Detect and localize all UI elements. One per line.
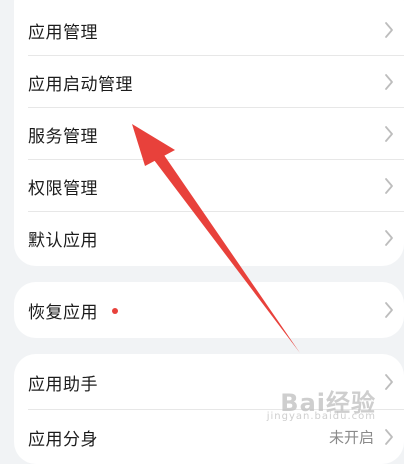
list-item-label: 应用分身 xyxy=(28,429,98,450)
chevron-right-icon xyxy=(385,429,393,445)
list-item-app-startup-management[interactable]: 应用启动管理 xyxy=(14,56,404,108)
list-item-restore-apps[interactable]: 恢复应用 xyxy=(14,282,404,338)
list-item-app-management[interactable]: 应用管理 xyxy=(14,4,404,56)
chevron-right-icon xyxy=(385,22,393,38)
chevron-right-icon xyxy=(385,302,393,318)
status-value: 未开启 xyxy=(328,428,374,447)
list-item-permission-management[interactable]: 权限管理 xyxy=(14,160,404,212)
chevron-right-icon xyxy=(385,374,393,390)
chevron-right-icon xyxy=(385,178,393,194)
watermark-subtext: jingyan.baidu.com xyxy=(266,411,376,422)
chevron-right-icon xyxy=(385,74,393,90)
list-item-label: 应用启动管理 xyxy=(28,74,133,95)
chevron-right-icon xyxy=(385,126,393,142)
list-item-label: 服务管理 xyxy=(28,126,98,147)
watermark-logo: Bai经验 jingyan.baidu.com xyxy=(267,383,376,422)
settings-card-app: 应用管理 应用启动管理 服务管理 权限管理 默认应用 xyxy=(14,0,404,266)
list-item-label: 恢复应用 xyxy=(28,302,98,323)
notification-dot-icon xyxy=(112,308,118,314)
list-item-service-management[interactable]: 服务管理 xyxy=(14,108,404,160)
chevron-right-icon xyxy=(385,230,393,246)
list-item-label: 应用管理 xyxy=(28,22,98,43)
list-item-label: 权限管理 xyxy=(28,178,98,199)
settings-card-restore: 恢复应用 xyxy=(14,282,404,338)
list-item-label: 应用助手 xyxy=(28,374,98,395)
list-item-default-apps[interactable]: 默认应用 xyxy=(14,212,404,264)
list-item-label: 默认应用 xyxy=(28,230,98,251)
